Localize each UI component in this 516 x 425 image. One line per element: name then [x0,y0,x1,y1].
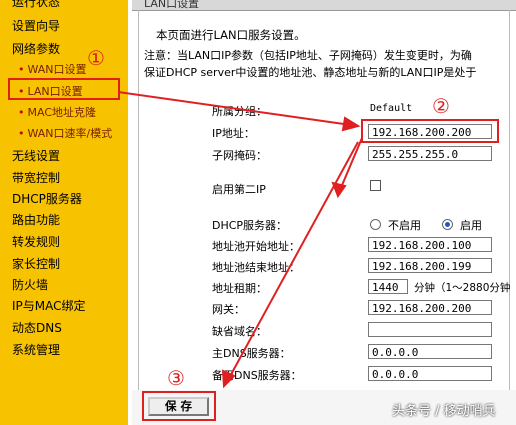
arrow-head [341,116,361,132]
highlight-save-button [142,391,216,421]
watermark: 头条号 / 移动哨兵 [392,404,496,419]
arrow-to-save [227,141,359,381]
highlight-ip-field [361,119,499,143]
annotation-arrows [117,91,363,389]
step3-marker: ③ [167,366,185,390]
arrow-to-dhcp [339,137,363,191]
step1-marker: ① [87,46,105,70]
arrow-to-ip [117,91,359,127]
highlight-lan-item [8,78,120,100]
step2-marker: ② [432,94,450,118]
